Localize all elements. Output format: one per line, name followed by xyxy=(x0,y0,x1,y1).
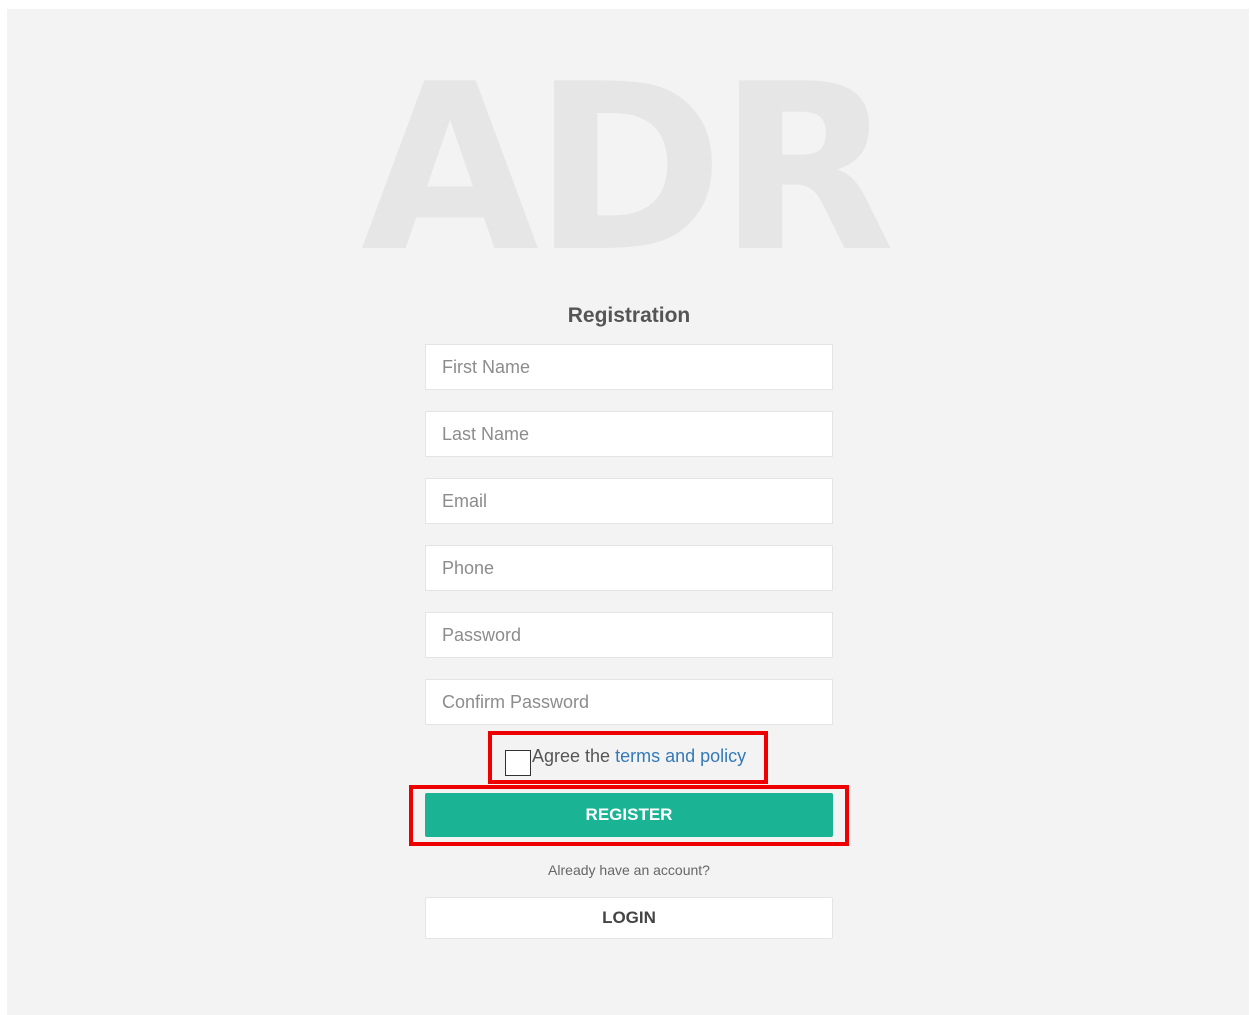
confirm-password-field[interactable] xyxy=(425,679,833,725)
password-field[interactable] xyxy=(425,612,833,658)
terms-link[interactable]: terms and policy xyxy=(615,746,746,766)
agree-prefix: Agree the xyxy=(532,746,616,766)
logo: ADR xyxy=(360,36,895,303)
agree-label: Agree the terms and policy xyxy=(532,746,746,767)
phone-field[interactable] xyxy=(425,545,833,591)
already-account-text: Already have an account? xyxy=(548,862,710,878)
email-field[interactable] xyxy=(425,478,833,524)
agree-checkbox[interactable] xyxy=(505,750,531,776)
last-name-field[interactable] xyxy=(425,411,833,457)
register-button[interactable]: REGISTER xyxy=(425,793,833,837)
first-name-field[interactable] xyxy=(425,344,833,390)
form-title: Registration xyxy=(567,304,691,327)
login-button[interactable]: LOGIN xyxy=(425,897,833,939)
